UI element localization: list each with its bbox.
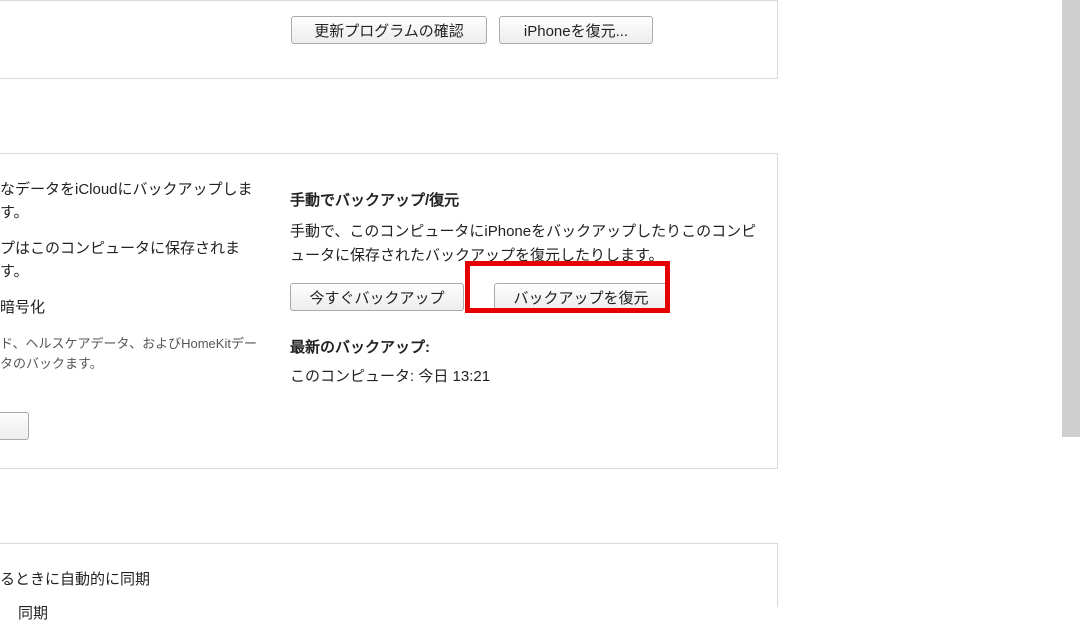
sync-options-panel: るときに自動的に同期 同期 — [0, 543, 778, 607]
restore-backup-button[interactable]: バックアップを復元 — [494, 283, 668, 311]
latest-backup-value: このコンピュータ: 今日 13:21 — [290, 365, 760, 386]
latest-backup-heading: 最新のバックアップ: — [290, 336, 760, 357]
sync-stub-text: 同期 — [18, 602, 48, 623]
auto-sync-text: るときに自動的に同期 — [0, 568, 150, 589]
restore-iphone-button[interactable]: iPhoneを復元... — [499, 16, 653, 44]
software-update-panel: 更新プログラムの確認 iPhoneを復元... — [0, 0, 778, 79]
backup-right-column: 手動でバックアップ/復元 手動で、このコンピュータにiPhoneをバックアップし… — [290, 189, 760, 386]
right-empty-area — [778, 0, 1062, 607]
manual-backup-heading: 手動でバックアップ/復元 — [290, 189, 760, 210]
backup-left-column: なデータをiCloudにバックアップします。 プはこのコンピュータに保存されます… — [0, 179, 275, 389]
icloud-backup-text: なデータをiCloudにバックアップします。 — [0, 179, 265, 224]
encrypt-heading: 暗号化 — [0, 297, 265, 320]
local-backup-text: プはこのコンピュータに保存されます。 — [0, 238, 265, 283]
partial-button-stub[interactable] — [0, 412, 29, 440]
backup-now-button[interactable]: 今すぐバックアップ — [290, 283, 464, 311]
backup-panel: なデータをiCloudにバックアップします。 プはこのコンピュータに保存されます… — [0, 153, 778, 469]
scrollbar-thumb[interactable] — [1062, 0, 1080, 437]
encrypt-description: ド、ヘルスケアデータ、およびHomeKitデータのバックます。 — [0, 334, 265, 376]
manual-backup-description: 手動で、このコンピュータにiPhoneをバックアップしたりこのコンピュータに保存… — [290, 220, 760, 268]
check-updates-button[interactable]: 更新プログラムの確認 — [291, 16, 487, 44]
